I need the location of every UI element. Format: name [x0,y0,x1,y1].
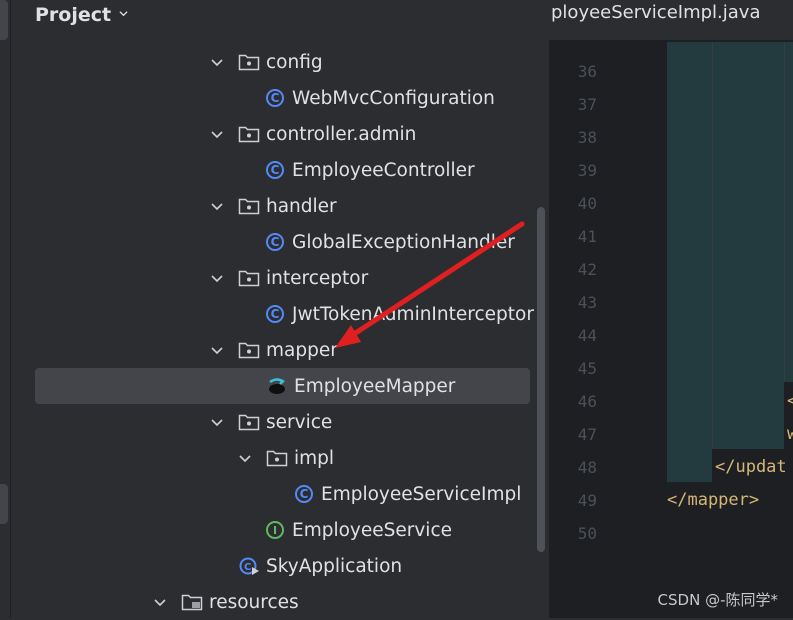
line-number: 50 [577,524,597,543]
tool-window-button[interactable] [0,0,8,40]
tree-item-label: JwtTokenAdminInterceptor [292,303,534,325]
chevron-down-icon[interactable] [210,199,224,213]
tool-window-button[interactable] [0,484,8,524]
project-panel-header[interactable]: Project [10,0,548,30]
tree-item[interactable]: I EmployeeService [10,512,530,548]
tree-item[interactable]: EmployeeMapper [35,368,530,404]
tree-item[interactable]: service [10,404,530,440]
tree-scrollbar[interactable] [537,207,545,552]
line-number: 42 [577,260,597,279]
editor-tab[interactable]: ployeeServiceImpl.java [549,0,793,41]
chevron-down-icon[interactable] [210,127,224,141]
code-line[interactable]: < [787,385,793,418]
watermark: CSDN @-陈同学* [657,591,778,609]
line-number: 45 [577,359,597,378]
chevron-down-icon[interactable] [238,451,252,465]
package-folder-icon [238,198,260,215]
tree-item-label: service [266,411,333,433]
line-number: 48 [577,458,597,477]
code-highlight-block [667,42,712,482]
tree-item[interactable]: C EmployeeController [10,152,530,188]
project-panel-title: Project [35,4,112,26]
line-number: 49 [577,491,597,510]
package-folder-icon [238,414,260,431]
line-number: 41 [577,227,597,246]
tree-item-label: resources [209,591,299,613]
code-line[interactable]: </updat [715,451,787,484]
mybatis-mapper-icon [269,378,285,394]
spring-app-run-icon: C [239,557,259,575]
tree-item-label: EmployeeMapper [294,375,456,397]
tree-item-label: GlobalExceptionHandler [292,231,515,253]
tree-item[interactable]: C SkyApplication [10,548,530,584]
resources-folder-icon [181,594,203,611]
class-icon: C [266,305,284,323]
tree-item-label: EmployeeService [292,519,452,541]
line-number: 36 [577,62,597,81]
indent-guide [784,42,785,382]
tree-item[interactable]: config [10,44,530,80]
chevron-down-icon[interactable] [210,55,224,69]
tree-item-label: mapper [266,339,338,361]
interface-icon: I [266,521,284,539]
tree-item-label: handler [266,195,337,217]
chevron-down-icon[interactable] [119,9,128,18]
line-number: 39 [577,161,597,180]
code-highlight-block [784,42,793,382]
indent-guide [712,42,713,449]
package-folder-icon [238,342,260,359]
package-folder-icon [238,126,260,143]
class-icon: C [295,485,313,503]
tree-item[interactable]: controller.admin [10,116,530,152]
tree-item[interactable]: C EmployeeServiceImpl [10,476,530,512]
tree-item-label: impl [294,447,335,469]
package-folder-icon [266,450,288,467]
package-folder-icon [238,270,260,287]
tree-item[interactable]: handler [10,188,530,224]
tree-item[interactable]: C WebMvcConfiguration [10,80,530,116]
svg-text:C: C [244,562,251,573]
code-line[interactable]: w [787,418,793,451]
tree-item-label: controller.admin [266,123,417,145]
tree-item[interactable]: impl [10,440,530,476]
tree-item[interactable]: C GlobalExceptionHandler [10,224,530,260]
tree-item[interactable]: mapper [10,332,530,368]
editor-tab-title: ployeeServiceImpl.java [551,2,761,23]
tree-item-label: SkyApplication [266,555,403,577]
chevron-down-icon[interactable] [210,343,224,357]
chevron-down-icon[interactable] [210,415,224,429]
line-number: 37 [577,95,597,114]
line-number: 38 [577,128,597,147]
code-line[interactable]: </mapper> [667,484,759,517]
tree-item-label: EmployeeController [292,159,475,181]
tree-item-label: EmployeeServiceImpl [321,483,522,505]
class-icon: C [266,89,284,107]
line-number: 44 [577,326,597,345]
package-folder-icon [238,54,260,71]
class-icon: C [266,161,284,179]
chevron-down-icon[interactable] [210,271,224,285]
tree-item-label: config [266,51,323,73]
line-number: 40 [577,194,597,213]
line-number: 43 [577,293,597,312]
tree-item-label: WebMvcConfiguration [292,87,495,109]
tree-item[interactable]: C JwtTokenAdminInterceptor [10,296,534,332]
chevron-down-icon[interactable] [153,595,167,609]
line-number: 47 [577,425,597,444]
line-number: 46 [577,392,597,411]
tree-item[interactable]: interceptor [10,260,530,296]
code-editor[interactable]: ployeeServiceImpl.java 36 37 38 39 40 41 42 43 4… [549,0,793,618]
tree-item-label: interceptor [266,267,369,289]
tree-item[interactable]: resources [10,584,530,620]
class-icon: C [266,233,284,251]
project-tree[interactable]: config C WebMvcConfiguration controller.adm… [10,44,548,618]
code-highlight-block [712,42,784,449]
